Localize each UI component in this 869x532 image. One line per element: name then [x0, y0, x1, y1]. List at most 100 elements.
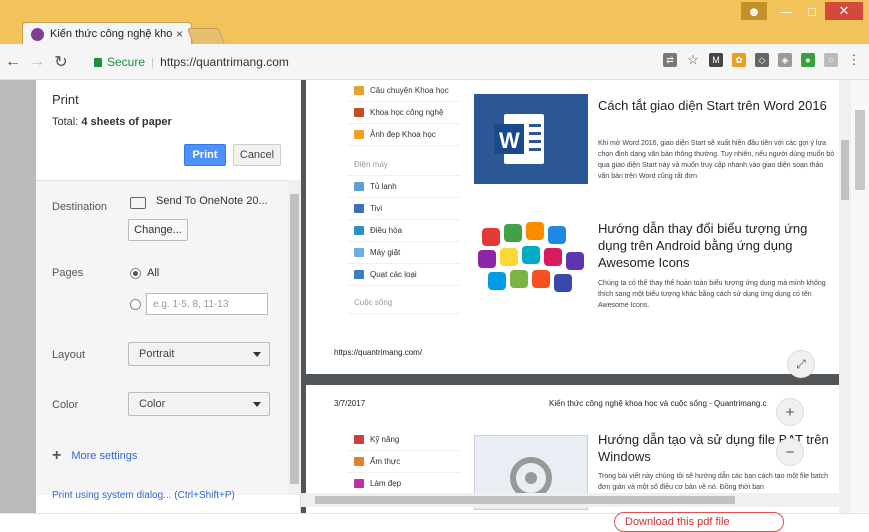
menu-item-icon: [354, 182, 364, 191]
zoom-in-button[interactable]: +: [776, 398, 804, 426]
menu-item-label: Quạt các loại: [370, 270, 417, 279]
menu-item: Ẩm thực: [348, 451, 460, 473]
menu-kebab-icon[interactable]: ⋮: [847, 52, 861, 67]
app-icons-graphic: [478, 222, 584, 292]
menu-item: Điều hòa: [348, 220, 460, 242]
system-dialog-link[interactable]: Print using system dialog... (Ctrl+Shift…: [52, 490, 235, 501]
menu-item-label: Tivi: [370, 204, 383, 213]
change-destination-button[interactable]: Change...: [128, 219, 188, 241]
address-bar[interactable]: Secure | https://quantrimang.com: [94, 51, 624, 73]
article-2-title: Hướng dẫn thay đổi biểu tượng ứng dụng t…: [598, 221, 808, 270]
menu-item-icon: [354, 130, 364, 139]
extension-shield-icon[interactable]: ◇: [755, 53, 769, 67]
menu-item-icon: [354, 248, 364, 257]
total-label: Total:: [52, 116, 79, 128]
preview-horizontal-scrollbar[interactable]: [301, 493, 851, 507]
menu-item: Câu chuyện Khoa học: [348, 80, 460, 102]
menu-item-icon: [354, 86, 364, 95]
extension-off-icon[interactable]: ○: [824, 53, 838, 67]
menu-item-label: Ẩm thực: [370, 457, 401, 466]
bookmark-star-icon[interactable]: ☆: [686, 52, 700, 67]
print-button[interactable]: Print: [184, 144, 226, 166]
menu-item-icon: [354, 435, 364, 444]
menu-item: Quạt các loại: [348, 264, 460, 286]
print-settings-list: Destination Send To OneNote 20... Change…: [36, 180, 288, 495]
article-1-description: Khi mở Word 2016, giao diện Start sẽ xuấ…: [598, 140, 835, 180]
print-settings-panel: Print Total: 4 sheets of paper Print Can…: [36, 80, 301, 513]
fit-to-page-button[interactable]: ⤢: [787, 350, 815, 378]
preview-hscroll-thumb[interactable]: [315, 496, 735, 504]
page-vscroll-thumb[interactable]: [855, 110, 865, 190]
layout-label: Layout: [52, 349, 86, 361]
color-select[interactable]: Color: [128, 392, 270, 416]
menu-item-label: Kỹ năng: [370, 435, 400, 444]
translate-icon[interactable]: ⇄: [663, 53, 677, 67]
preview-vscroll-thumb[interactable]: [841, 140, 849, 200]
forward-icon[interactable]: →: [26, 53, 48, 71]
menu-item-label: Câu chuyện Khoa học: [370, 86, 449, 95]
print-title: Print: [52, 92, 79, 107]
download-pdf-link[interactable]: Download this pdf file: [614, 512, 784, 532]
menu-item: Ảnh đẹp Khoa học: [348, 124, 460, 146]
extension-flower-icon[interactable]: ✿: [732, 53, 746, 67]
cancel-button[interactable]: Cancel: [233, 144, 281, 166]
url-text[interactable]: https://quantrimang.com: [160, 55, 289, 69]
android-icons-image: [474, 218, 588, 308]
pages-all-label: All: [147, 267, 160, 279]
new-tab-button[interactable]: [186, 28, 226, 45]
print-total: Total: 4 sheets of paper: [52, 116, 172, 128]
more-settings-label: More settings: [71, 450, 138, 462]
minimize-icon[interactable]: —: [773, 2, 799, 20]
extension-puzzle-icon[interactable]: ◈: [778, 53, 792, 67]
menu-item: Kỹ năng: [348, 429, 460, 451]
back-icon[interactable]: ←: [2, 53, 24, 71]
menu-item-label: Làm đẹp: [370, 479, 402, 488]
omnibox-separator: |: [151, 55, 155, 69]
chevron-down-icon: [253, 402, 261, 407]
menu-item: Máy giặt: [348, 242, 460, 264]
destination-label: Destination: [52, 201, 108, 213]
menu-item-label: Máy giặt: [370, 248, 401, 257]
close-icon[interactable]: ✕: [825, 2, 863, 20]
site-favicon-icon: [31, 27, 44, 41]
maximize-icon[interactable]: □: [799, 2, 825, 20]
secure-indicator[interactable]: Secure: [94, 55, 145, 69]
menu-item: Làm đẹp: [348, 473, 460, 495]
menu-item: Tủ lạnh: [348, 176, 460, 198]
more-settings-toggle[interactable]: + More settings: [52, 447, 137, 465]
zoom-out-button[interactable]: −: [776, 438, 804, 466]
menu-item-label: Điện máy: [354, 160, 388, 169]
user-icon[interactable]: ☻: [741, 2, 767, 20]
browser-titlebar: Kiến thức công nghệ khoa × ☻ — □ ✕: [0, 0, 869, 45]
svg-text:W: W: [499, 128, 520, 153]
menu-item: Cuộc sống: [348, 292, 460, 314]
menu-item-label: Khoa học công nghệ: [370, 108, 444, 117]
word-logo-icon: W: [474, 94, 588, 184]
pages-all-radio[interactable]: [130, 268, 141, 279]
menu-item-icon: [354, 204, 364, 213]
layout-select[interactable]: Portrait: [128, 342, 270, 366]
browser-tab[interactable]: Kiến thức công nghệ khoa ×: [22, 22, 192, 45]
article-2-description: Chúng ta có thể thay thế hoàn toàn biểu …: [598, 280, 826, 309]
page-vertical-scrollbar[interactable]: [851, 80, 869, 513]
pages-label: Pages: [52, 267, 84, 279]
lock-icon: [94, 57, 102, 67]
settings-scrollbar-thumb[interactable]: [290, 194, 299, 484]
extensions-bar: ⇄ ☆ M ✿ ◇ ◈ ● ○ ⋮: [663, 52, 861, 67]
layout-value: Portrait: [139, 348, 175, 360]
print-header: Print Total: 4 sheets of paper Print Can…: [36, 80, 301, 180]
page-range-input[interactable]: e.g. 1-5, 8, 11-13: [146, 293, 268, 315]
window-controls: ☻ — □ ✕: [741, 2, 863, 20]
menu-item-icon: [354, 479, 364, 488]
extension-search-icon[interactable]: ●: [801, 53, 815, 67]
gmail-extension-icon[interactable]: M: [709, 53, 723, 67]
secure-label: Secure: [107, 55, 146, 69]
tab-close-icon[interactable]: ×: [176, 27, 183, 41]
settings-scrollbar[interactable]: [288, 180, 301, 495]
pages-custom-radio[interactable]: [130, 299, 141, 310]
reload-icon[interactable]: ↻: [50, 52, 72, 72]
tab-title: Kiến thức công nghệ khoa: [50, 28, 172, 40]
preview-vertical-scrollbar[interactable]: [839, 80, 851, 513]
word-logo-graphic: W: [474, 94, 588, 184]
menu-item-icon: [354, 457, 364, 466]
